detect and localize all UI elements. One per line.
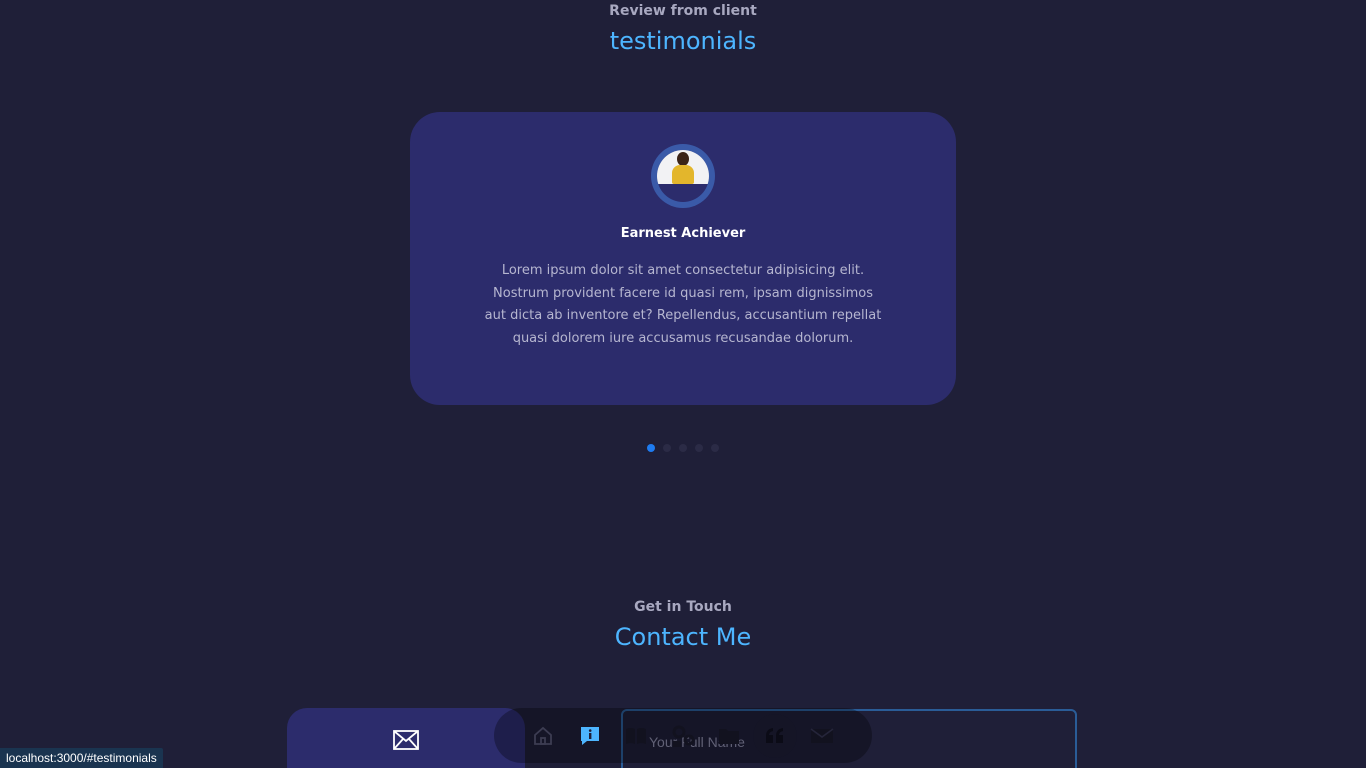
nav-contact[interactable] bbox=[799, 714, 843, 758]
pagination-dot[interactable] bbox=[647, 444, 655, 452]
carousel-pagination bbox=[647, 444, 719, 452]
client-review: Lorem ipsum dolor sit amet consectetur a… bbox=[484, 263, 882, 346]
nav-about[interactable] bbox=[568, 714, 612, 758]
client-photo bbox=[657, 150, 709, 184]
status-bar-url: localhost:3000/#testimonials bbox=[0, 748, 163, 768]
testimonials-title: testimonials bbox=[609, 27, 757, 55]
nav-services[interactable] bbox=[661, 714, 705, 758]
page: Review from client testimonials Earnest … bbox=[0, 0, 1366, 768]
pagination-dot[interactable] bbox=[679, 444, 687, 452]
contact-option-email[interactable] bbox=[287, 708, 525, 768]
client-avatar bbox=[651, 144, 715, 208]
pagination-dot[interactable] bbox=[663, 444, 671, 452]
envelope-icon bbox=[393, 728, 419, 756]
client-name: Earnest Achiever bbox=[620, 226, 746, 241]
nav-portfolio[interactable] bbox=[707, 714, 751, 758]
pagination-dot[interactable] bbox=[711, 444, 719, 452]
nav-testimonials[interactable] bbox=[753, 714, 797, 758]
contact-subtitle: Get in Touch bbox=[634, 599, 732, 615]
nav-home[interactable] bbox=[521, 714, 565, 758]
testimonial-card[interactable]: Earnest Achiever Lorem ipsum dolor sit a… bbox=[410, 112, 956, 405]
bottom-nav bbox=[494, 708, 872, 763]
nav-experience[interactable] bbox=[614, 714, 658, 758]
pagination-dot[interactable] bbox=[695, 444, 703, 452]
testimonials-subtitle: Review from client bbox=[609, 3, 757, 19]
contact-title: Contact Me bbox=[614, 623, 752, 651]
